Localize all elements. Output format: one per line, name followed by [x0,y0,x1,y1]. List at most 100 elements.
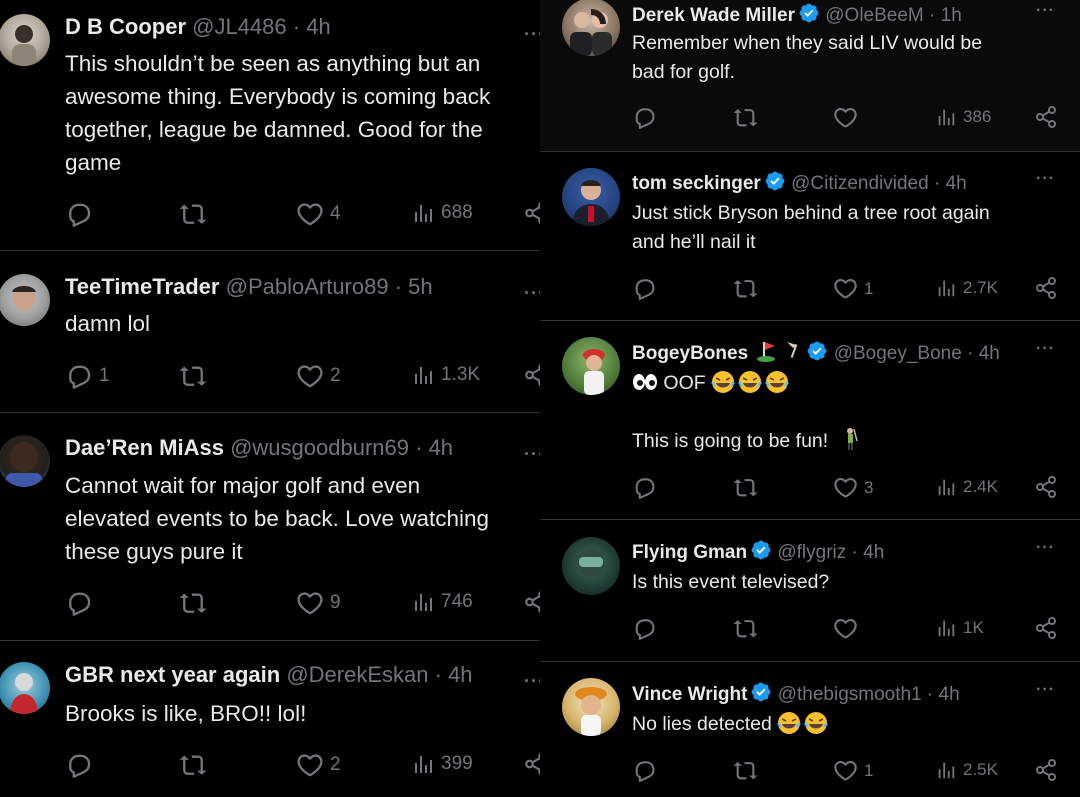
user-handle[interactable]: @flygriz [777,542,846,563]
display-name[interactable]: Dae’Ren MiAss [65,435,224,460]
retweet-button[interactable] [178,200,214,228]
share-button[interactable] [523,362,540,388]
reply-button[interactable] [65,751,99,779]
like-button[interactable] [833,105,864,130]
timestamp[interactable]: 5h [408,274,432,299]
avatar[interactable] [562,168,620,226]
like-button[interactable] [833,616,864,641]
timestamp[interactable]: 4h [939,684,960,705]
display-name[interactable]: BogeyBones [632,343,748,364]
share-button[interactable] [1034,276,1058,300]
avatar[interactable] [0,435,50,487]
views-button[interactable]: 746 [411,589,473,615]
like-button[interactable]: 2 [296,362,341,390]
share-button[interactable] [1034,475,1058,499]
reply-button[interactable] [632,276,663,301]
tweet-card[interactable]: Dae’Ren MiAss @wusgoodburn69 · 4h Cannot… [0,413,540,640]
tweet-card[interactable]: Vince Wright @thebigsmooth1 · 4h ··· No … [540,662,1080,797]
like-button[interactable]: 1 [833,276,873,301]
views-button[interactable]: 2.5K [935,758,998,782]
avatar[interactable] [562,537,620,595]
tweet-card[interactable]: Derek Wade Miller @OleBeeM · 1h ··· Reme… [540,0,1080,151]
reply-button[interactable] [632,475,663,500]
timestamp[interactable]: 1h [941,5,962,26]
avatar[interactable] [0,662,50,714]
views-button[interactable]: 2.7K [935,276,998,300]
more-icon[interactable]: ··· [524,671,540,692]
views-button[interactable]: 2.4K [935,475,998,499]
like-button[interactable]: 3 [833,475,873,500]
share-button[interactable] [523,200,540,226]
more-icon[interactable]: ··· [524,24,540,45]
reply-button[interactable] [632,616,663,641]
like-button[interactable]: 4 [296,200,341,228]
tweet-card[interactable]: D B Cooper @JL4486 · 4h This shouldn’t b… [0,0,540,250]
user-handle[interactable]: @PabloArturo89 [226,274,389,299]
tweet-card[interactable]: tom seckinger @Citizendivided · 4h ··· J… [540,152,1080,320]
retweet-button[interactable] [178,362,214,390]
user-handle[interactable]: @Bogey_Bone [834,343,962,364]
views-button[interactable]: 688 [411,200,473,226]
retweet-button[interactable] [732,105,765,130]
retweet-button[interactable] [178,751,214,779]
user-handle[interactable]: @Citizendivided [791,173,929,194]
like-button[interactable]: 9 [296,589,341,617]
display-name[interactable]: Flying Gman [632,542,747,563]
views-button[interactable]: 1.3K [411,362,480,388]
share-button[interactable] [523,589,540,615]
like-button[interactable]: 2 [296,751,341,779]
timestamp[interactable]: 4h [979,343,1000,364]
avatar[interactable] [562,337,620,395]
retweet-button[interactable] [732,276,765,301]
more-icon[interactable]: ··· [1036,2,1055,20]
more-icon[interactable]: ··· [524,444,540,465]
reply-button[interactable]: 1 [65,362,110,390]
avatar[interactable] [0,274,50,326]
tweet-card[interactable]: GBR next year again @DerekEskan · 4h Bro… [0,641,540,797]
share-button[interactable] [1034,616,1058,640]
retweet-button[interactable] [732,616,765,641]
user-handle[interactable]: @thebigsmooth1 [778,684,922,705]
more-icon[interactable]: ··· [1036,539,1055,557]
retweet-button[interactable] [732,758,765,783]
timestamp[interactable]: 4h [946,173,967,194]
reply-button[interactable] [65,589,99,617]
display-name[interactable]: D B Cooper [65,14,186,39]
user-handle[interactable]: @JL4486 [192,14,287,39]
retweet-button[interactable] [178,589,214,617]
like-button[interactable]: 1 [833,758,873,783]
share-button[interactable] [1034,105,1058,129]
user-handle[interactable]: @wusgoodburn69 [230,435,409,460]
timestamp[interactable]: 4h [448,662,472,687]
avatar[interactable] [562,678,620,736]
views-button[interactable]: 399 [411,751,473,777]
user-handle[interactable]: @OleBeeM [825,5,924,26]
tweet-card[interactable]: TeeTimeTrader @PabloArturo89 · 5h damn l… [0,251,540,412]
views-button[interactable]: 1K [935,616,984,640]
reply-button[interactable] [632,105,663,130]
timestamp[interactable]: 4h [429,435,453,460]
display-name[interactable]: Vince Wright [632,684,747,705]
timestamp[interactable]: 4h [306,14,330,39]
reply-button[interactable] [65,200,99,228]
more-icon[interactable]: ··· [1036,170,1055,188]
more-icon[interactable]: ··· [1036,681,1055,699]
views-button[interactable]: 386 [935,105,991,129]
display-name[interactable]: Derek Wade Miller [632,5,795,26]
tweet-card[interactable]: Flying Gman @flygriz · 4h ··· Is this ev… [540,520,1080,661]
share-button[interactable] [1034,758,1058,782]
display-name[interactable]: tom seckinger [632,173,761,194]
more-icon[interactable]: ··· [524,283,540,304]
reply-button[interactable] [632,758,663,783]
share-button[interactable] [523,751,540,777]
more-icon[interactable]: ··· [1036,340,1055,358]
retweet-button[interactable] [732,475,765,500]
avatar[interactable] [562,0,620,56]
display-name[interactable]: GBR next year again [65,662,280,687]
user-handle[interactable]: @DerekEskan [286,662,428,687]
timestamp[interactable]: 4h [863,542,884,563]
tweet-card[interactable]: BogeyBones @Bogey_Bone · 4h ··· OOF This… [540,321,1080,519]
display-name[interactable]: TeeTimeTrader [65,274,219,299]
avatar[interactable] [0,14,50,66]
text-line: damn lol [65,311,151,336]
